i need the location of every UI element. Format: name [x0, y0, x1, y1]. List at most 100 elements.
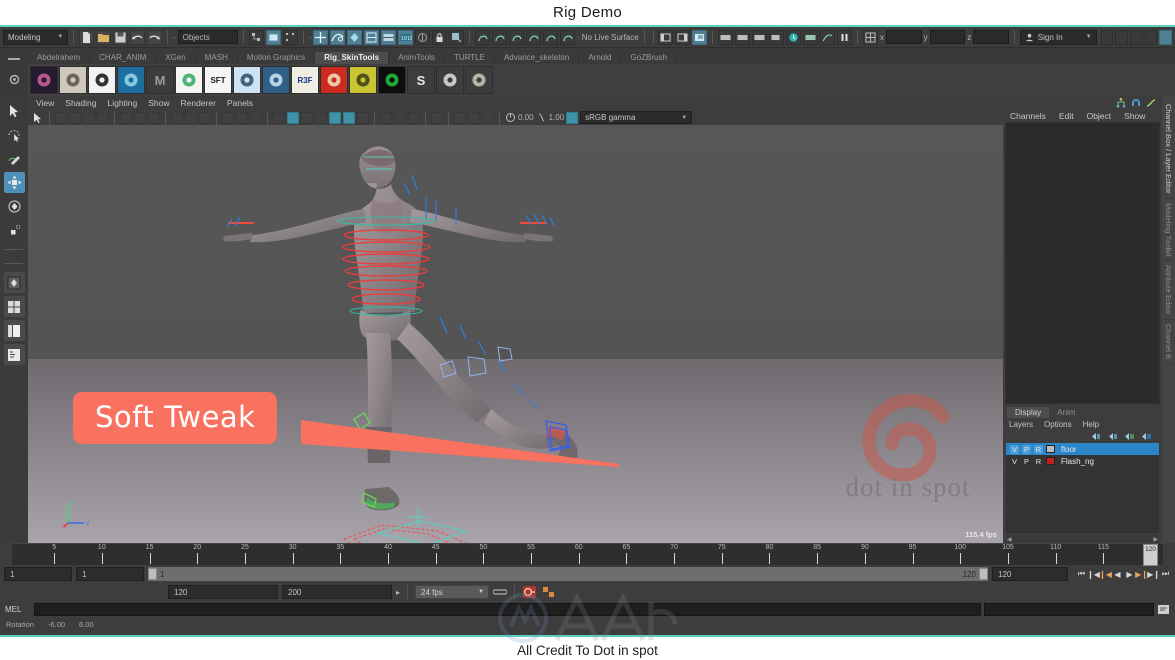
- multisample-aa-icon[interactable]: [357, 111, 369, 124]
- shelf-tab-animtools[interactable]: AnimTools: [389, 52, 445, 64]
- select-by-object-icon[interactable]: [265, 29, 281, 45]
- bookmark-icon[interactable]: [83, 111, 95, 124]
- soft-tweak-icon[interactable]: SFT: [204, 66, 232, 94]
- step-forward-keyframe-button[interactable]: ▶❙: [1147, 568, 1160, 580]
- shelf-tab-rig-skintools[interactable]: Rig_SkinTools: [315, 52, 390, 64]
- range-end-time-field[interactable]: 120: [168, 585, 278, 599]
- shelf-tab-menu-icon[interactable]: [8, 57, 20, 60]
- render-view-icon[interactable]: [543, 29, 559, 45]
- render-settings-icon[interactable]: [509, 29, 525, 45]
- exposure-value[interactable]: 0.00: [518, 113, 534, 122]
- rig-control-curves[interactable]: [168, 135, 808, 543]
- isolate-select-icon[interactable]: [380, 111, 392, 124]
- dock-tab-modeling-toolkit[interactable]: Modeling Toolkit: [1164, 199, 1173, 262]
- dock-tab-attribute-editor[interactable]: Attribute Editor: [1164, 261, 1173, 320]
- go-to-start-button[interactable]: ⏮: [1076, 568, 1087, 580]
- xray-active-components-icon[interactable]: [431, 111, 443, 124]
- flat-shade-icon[interactable]: [222, 111, 234, 124]
- layout-outliner-persp[interactable]: [3, 344, 25, 365]
- range-start-time-field[interactable]: 1: [76, 567, 144, 581]
- step-forward-frame-button[interactable]: ▶❙: [1135, 568, 1148, 580]
- head-model-icon[interactable]: [59, 66, 87, 94]
- current-frame-field[interactable]: 120: [992, 567, 1068, 581]
- smooth-shade-selected-icon[interactable]: [199, 111, 211, 124]
- lock-icon[interactable]: [432, 29, 448, 45]
- red-character-icon[interactable]: [320, 66, 348, 94]
- animation-preferences-icon[interactable]: [541, 585, 556, 599]
- shelf-tab-motion-graphics[interactable]: Motion Graphics: [238, 52, 316, 64]
- xray-icon[interactable]: [394, 111, 406, 124]
- keyframe-snap-icon[interactable]: 1010: [398, 29, 414, 45]
- viewport-menu-view[interactable]: View: [36, 98, 54, 108]
- workspace-layout-2-icon[interactable]: [1115, 29, 1128, 45]
- shadows-icon[interactable]: [301, 111, 313, 124]
- camera-settings-icon[interactable]: [769, 29, 785, 45]
- xray-joints-icon[interactable]: [408, 111, 420, 124]
- shelf-tab-arnold[interactable]: Arnold: [579, 52, 622, 64]
- scroll-left-arrow-icon[interactable]: ◀: [1007, 536, 1012, 543]
- command-output[interactable]: [984, 603, 1154, 616]
- bw-atom-icon[interactable]: [88, 66, 116, 94]
- lasso-tool[interactable]: [4, 124, 25, 145]
- selection-mask-field[interactable]: Objects: [177, 30, 238, 44]
- workspace-layout-1-icon[interactable]: [1100, 29, 1114, 45]
- playback-speed-selector[interactable]: 24 fps ▼: [415, 585, 490, 599]
- open-scene-icon[interactable]: [96, 29, 112, 45]
- camera-select-icon[interactable]: [55, 111, 67, 124]
- move-layer-down-icon[interactable]: [1142, 432, 1152, 441]
- select-tool[interactable]: [4, 100, 25, 121]
- snap-to-curve-icon[interactable]: [330, 29, 346, 45]
- transform-fields-icon[interactable]: [863, 29, 878, 45]
- snap-to-view-planes-icon[interactable]: [381, 29, 397, 45]
- texture-toggle-icon[interactable]: [250, 111, 262, 124]
- layout-two-panes[interactable]: [3, 320, 25, 341]
- egg-icon[interactable]: [465, 66, 493, 94]
- timeline-playhead[interactable]: 120: [1143, 544, 1158, 566]
- workspace-layout-4-icon[interactable]: [1144, 29, 1158, 45]
- range-slider-left-handle[interactable]: [148, 568, 157, 580]
- exposure-lock-icon[interactable]: [454, 111, 466, 124]
- shelf-tab-turtle[interactable]: TURTLE: [445, 52, 495, 64]
- green-rig-icon[interactable]: [175, 66, 203, 94]
- workspace-layout-5-icon[interactable]: [1159, 29, 1173, 45]
- make-live-icon[interactable]: [415, 29, 431, 45]
- step-back-frame-button[interactable]: ❙◀: [1099, 568, 1112, 580]
- viewport-select-arrow-icon[interactable]: [32, 112, 44, 124]
- use-all-lights-icon[interactable]: [287, 111, 299, 124]
- channelbox-menu-object[interactable]: Object: [1087, 111, 1112, 121]
- layer-list[interactable]: V P Rfloor V P R Flash_ng: [1006, 443, 1159, 533]
- viewport-3d-canvas[interactable]: Soft Tweak y z x dot in spot 115.4 fps: [28, 125, 1003, 543]
- dock-tab-channel-box-layer-editor[interactable]: Channel Box / Layer Editor: [1164, 100, 1173, 199]
- viewport-menu-renderer[interactable]: Renderer: [181, 98, 216, 108]
- playblast-icon[interactable]: [718, 29, 734, 45]
- smooth-shade-all-icon[interactable]: [185, 111, 197, 124]
- r3f-icon[interactable]: R3F: [291, 66, 319, 94]
- redo-icon[interactable]: [147, 29, 163, 45]
- layer-list-scrollbar[interactable]: ◀ ▶: [1006, 535, 1159, 543]
- pause-icon[interactable]: [837, 29, 853, 45]
- render-sequence-icon[interactable]: [560, 29, 576, 45]
- maya-m-icon[interactable]: M: [146, 66, 174, 94]
- wireframe-shading-icon[interactable]: [171, 111, 183, 124]
- shelf-settings-icon[interactable]: [8, 73, 21, 86]
- channelbox-menu-show[interactable]: Show: [1124, 111, 1145, 121]
- curve-sketch-icon[interactable]: [233, 66, 261, 94]
- create-empty-layer-icon[interactable]: [1091, 432, 1101, 441]
- green-ring-icon[interactable]: [378, 66, 406, 94]
- select-by-component-icon[interactable]: [282, 29, 298, 45]
- layer-row[interactable]: V P Rfloor: [1006, 443, 1159, 455]
- menu-set-selector[interactable]: Modeling ▼: [3, 29, 69, 45]
- layer-flag-v[interactable]: V: [1010, 457, 1019, 466]
- graph-curve-icon[interactable]: [1146, 98, 1156, 108]
- shelf-tab-gozbrush[interactable]: GoZBrush: [621, 52, 677, 64]
- move-tool[interactable]: [3, 172, 25, 193]
- undo-icon[interactable]: [130, 29, 146, 45]
- layer-flag-p[interactable]: P: [1022, 457, 1031, 466]
- loop-playback-icon[interactable]: [493, 587, 508, 597]
- gamma-value[interactable]: 1.00: [549, 113, 565, 122]
- save-scene-icon[interactable]: [113, 29, 129, 45]
- color-profile-selector[interactable]: sRGB gamma ▼: [580, 111, 693, 124]
- time-slider[interactable]: 5 10 15 20 25 30 35 40 45 50 55 60 65 70 75 80 85 90 95 100…: [12, 543, 1163, 566]
- grease-pencil-icon[interactable]: [134, 111, 146, 124]
- screen-space-ao-icon[interactable]: [329, 111, 341, 124]
